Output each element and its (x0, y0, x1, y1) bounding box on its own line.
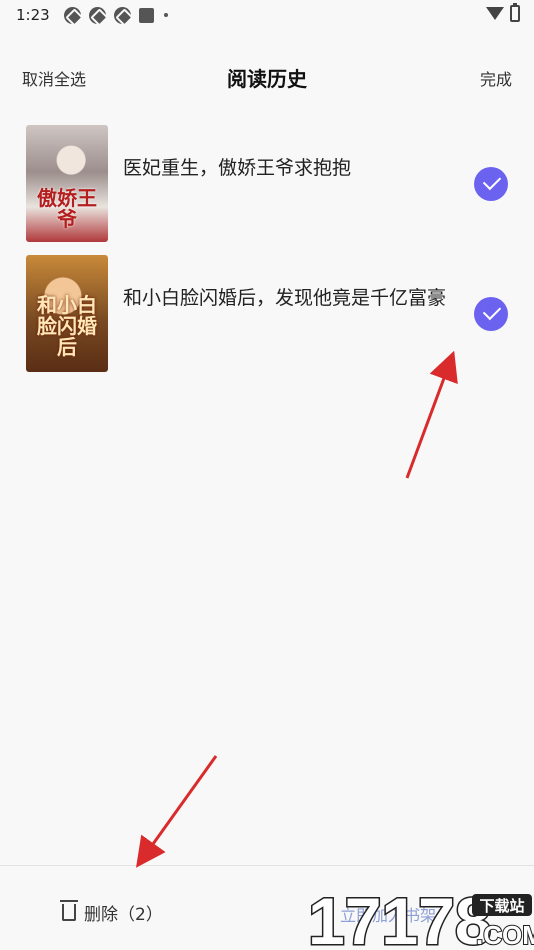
book-cover-text: 和小白脸闪婚后 (37, 293, 97, 359)
bottom-action-bar: 删除（2） 立即加入书架 (0, 865, 534, 950)
trash-icon (60, 900, 78, 921)
annotation-arrow (136, 755, 218, 868)
battery-icon (510, 3, 520, 22)
status-right (486, 3, 520, 22)
status-time: 1:23 (16, 6, 50, 24)
list-item[interactable]: 傲娇王爷 医妃重生，傲娇王爷求抱抱 (0, 125, 534, 245)
add-to-shelf-button[interactable]: 立即加入书架 (340, 902, 436, 926)
status-bar: 1:23 (0, 0, 534, 30)
check-icon[interactable] (474, 297, 508, 331)
header: 取消全选 阅读历史 完成 (0, 48, 534, 104)
check-icon[interactable] (474, 167, 508, 201)
page-title: 阅读历史 (227, 67, 307, 91)
book-cover: 傲娇王爷 (26, 125, 108, 242)
done-button[interactable]: 完成 (480, 66, 512, 90)
more-notifications-dot-icon (163, 13, 168, 17)
app-notification-icon (63, 6, 81, 24)
delete-label: 删除（2） (84, 905, 163, 925)
book-title: 和小白脸闪婚后，发现他竟是千亿富豪 (123, 287, 447, 309)
app-square-icon (138, 7, 154, 23)
wifi-icon (486, 7, 504, 20)
book-cover: 和小白脸闪婚后 (26, 255, 108, 372)
app-notification-icon (113, 6, 131, 24)
annotation-arrow (405, 350, 458, 479)
app-notification-icon (88, 6, 106, 24)
book-title: 医妃重生，傲娇王爷求抱抱 (123, 157, 352, 179)
book-cover-text: 傲娇王爷 (37, 186, 97, 231)
delete-button[interactable]: 删除（2） (60, 900, 163, 925)
list-item[interactable]: 和小白脸闪婚后 和小白脸闪婚后，发现他竟是千亿富豪 (0, 255, 534, 375)
